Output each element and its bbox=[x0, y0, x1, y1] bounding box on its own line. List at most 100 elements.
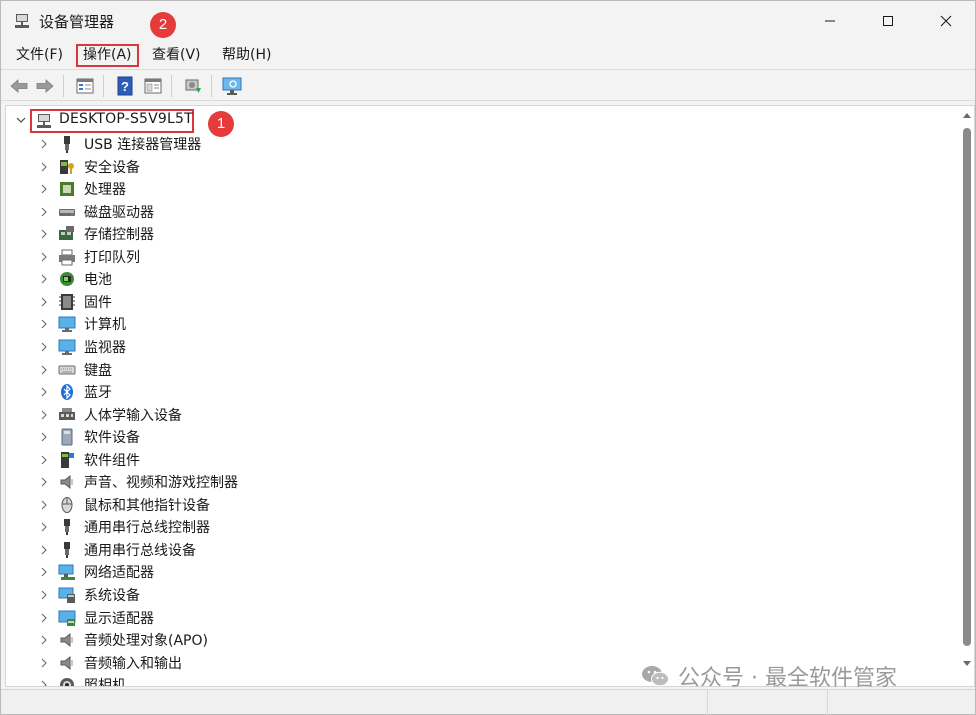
properties-button[interactable] bbox=[73, 74, 97, 98]
chevron-right-icon[interactable] bbox=[40, 635, 48, 645]
show-hide-button[interactable] bbox=[141, 74, 165, 98]
tree-item[interactable]: 鼠标和其他指针设备 bbox=[6, 494, 946, 516]
tree-item[interactable]: 人体学输入设备 bbox=[6, 404, 946, 426]
maximize-icon bbox=[883, 16, 893, 26]
tree-item-label: 软件组件 bbox=[84, 452, 140, 469]
tree-item-label: 固件 bbox=[84, 294, 112, 311]
chevron-right-icon[interactable] bbox=[40, 590, 48, 600]
tree-item[interactable]: 打印队列 bbox=[6, 246, 946, 268]
chevron-right-icon[interactable] bbox=[40, 658, 48, 668]
chevron-right-icon[interactable] bbox=[40, 207, 48, 217]
tree-item-label: 音频处理对象(APO) bbox=[84, 633, 208, 650]
tree-item[interactable]: 处理器 bbox=[6, 178, 946, 200]
computer-root-icon bbox=[37, 114, 51, 128]
chevron-right-icon[interactable] bbox=[40, 613, 48, 623]
menu-file[interactable]: 文件(F) bbox=[11, 44, 68, 67]
chevron-right-icon[interactable] bbox=[40, 387, 48, 397]
help-button[interactable]: ? bbox=[113, 74, 137, 98]
close-button[interactable] bbox=[917, 1, 975, 41]
forward-arrow-icon bbox=[36, 79, 54, 93]
chevron-right-icon[interactable] bbox=[40, 139, 48, 149]
hid-icon bbox=[59, 407, 75, 420]
forward-button[interactable] bbox=[33, 74, 57, 98]
tree-item-label: 声音、视频和游戏控制器 bbox=[84, 475, 238, 492]
tree-item[interactable]: 软件设备 bbox=[6, 426, 946, 448]
software-component-icon bbox=[61, 451, 74, 468]
tree-item[interactable]: 通用串行总线控制器 bbox=[6, 516, 946, 538]
chevron-right-icon[interactable] bbox=[40, 365, 48, 375]
tree-item-label: 软件设备 bbox=[84, 430, 140, 447]
tree-item[interactable]: 音频处理对象(APO) bbox=[6, 629, 946, 651]
scrollbar-thumb[interactable] bbox=[963, 128, 971, 646]
tree-item-label: 电池 bbox=[84, 272, 112, 289]
menu-help[interactable]: 帮助(H) bbox=[217, 44, 276, 67]
chevron-right-icon[interactable] bbox=[40, 680, 48, 687]
watermark: 公众号 · 最全软件管家 bbox=[640, 662, 897, 691]
chevron-right-icon[interactable] bbox=[40, 545, 48, 555]
tree-item-label: 显示适配器 bbox=[84, 610, 154, 627]
tree-item[interactable]: 存储控制器 bbox=[6, 223, 946, 245]
tree-root[interactable]: DESKTOP-S5V9L5T bbox=[6, 109, 946, 133]
tree-item[interactable]: 电池 bbox=[6, 268, 946, 290]
monitor-icon bbox=[222, 77, 242, 95]
chevron-right-icon[interactable] bbox=[40, 567, 48, 577]
mouse-icon bbox=[61, 496, 73, 513]
tree-item[interactable]: 网络适配器 bbox=[6, 561, 946, 583]
vertical-scrollbar[interactable] bbox=[958, 106, 974, 686]
toolbar-separator bbox=[171, 75, 172, 97]
chevron-right-icon[interactable] bbox=[40, 162, 48, 172]
status-segment bbox=[827, 690, 975, 715]
tree-item[interactable]: 监视器 bbox=[6, 336, 946, 358]
chevron-right-icon[interactable] bbox=[40, 229, 48, 239]
computer-name-label: DESKTOP-S5V9L5T bbox=[59, 111, 193, 127]
chevron-right-icon[interactable] bbox=[40, 522, 48, 532]
chevron-right-icon[interactable] bbox=[40, 500, 48, 510]
tree-item[interactable]: 磁盘驱动器 bbox=[6, 201, 946, 223]
chevron-right-icon[interactable] bbox=[40, 319, 48, 329]
chevron-right-icon[interactable] bbox=[40, 432, 48, 442]
monitor-icon bbox=[58, 339, 76, 355]
tree-item[interactable]: 键盘 bbox=[6, 359, 946, 381]
scroll-up-icon[interactable] bbox=[963, 112, 971, 118]
tree-item[interactable]: 计算机 bbox=[6, 313, 946, 335]
tree-item[interactable]: 通用串行总线设备 bbox=[6, 539, 946, 561]
audio-io-icon bbox=[60, 655, 73, 670]
tree-item-label: 键盘 bbox=[84, 362, 112, 379]
title-bar[interactable]: 设备管理器 bbox=[1, 1, 975, 41]
usb-connector-icon bbox=[64, 136, 70, 153]
computer-icon bbox=[58, 316, 76, 333]
tree-item[interactable]: 软件组件 bbox=[6, 449, 946, 471]
chevron-right-icon[interactable] bbox=[40, 410, 48, 420]
scan-hardware-button[interactable] bbox=[181, 74, 205, 98]
tree-item[interactable]: 安全设备 bbox=[6, 156, 946, 178]
tree-item[interactable]: USB 连接器管理器 bbox=[6, 133, 946, 155]
chevron-right-icon[interactable] bbox=[40, 274, 48, 284]
menu-action[interactable]: 操作(A) bbox=[76, 44, 139, 67]
minimize-button[interactable] bbox=[801, 1, 859, 41]
tree-item-label: 安全设备 bbox=[84, 159, 140, 176]
tree-item[interactable]: 系统设备 bbox=[6, 584, 946, 606]
menu-view[interactable]: 查看(V) bbox=[147, 44, 206, 67]
usb-device-icon bbox=[64, 541, 70, 558]
tree-item[interactable]: 声音、视频和游戏控制器 bbox=[6, 471, 946, 493]
back-button[interactable] bbox=[7, 74, 31, 98]
chevron-right-icon[interactable] bbox=[40, 477, 48, 487]
chevron-right-icon[interactable] bbox=[40, 252, 48, 262]
scroll-down-icon[interactable] bbox=[963, 661, 971, 667]
chevron-right-icon[interactable] bbox=[40, 297, 48, 307]
tree-item-label: 人体学输入设备 bbox=[84, 407, 182, 424]
monitor-button[interactable] bbox=[220, 74, 244, 98]
disk-drive-icon bbox=[59, 208, 75, 216]
tree-item[interactable]: 固件 bbox=[6, 291, 946, 313]
chevron-right-icon[interactable] bbox=[40, 455, 48, 465]
chevron-right-icon[interactable] bbox=[40, 342, 48, 352]
keyboard-icon bbox=[58, 365, 76, 374]
maximize-button[interactable] bbox=[859, 1, 917, 41]
chevron-right-icon[interactable] bbox=[40, 184, 48, 194]
callout-marker-2: 2 bbox=[150, 12, 176, 38]
tree-item[interactable]: 蓝牙 bbox=[6, 381, 946, 403]
camera-icon bbox=[60, 678, 74, 686]
tree-item[interactable]: 显示适配器 bbox=[6, 607, 946, 629]
chevron-down-icon[interactable] bbox=[16, 116, 26, 124]
device-tree[interactable]: DESKTOP-S5V9L5T USB 连接器管理器安全设备处理器 磁盘驱动器 存储… bbox=[5, 105, 975, 687]
